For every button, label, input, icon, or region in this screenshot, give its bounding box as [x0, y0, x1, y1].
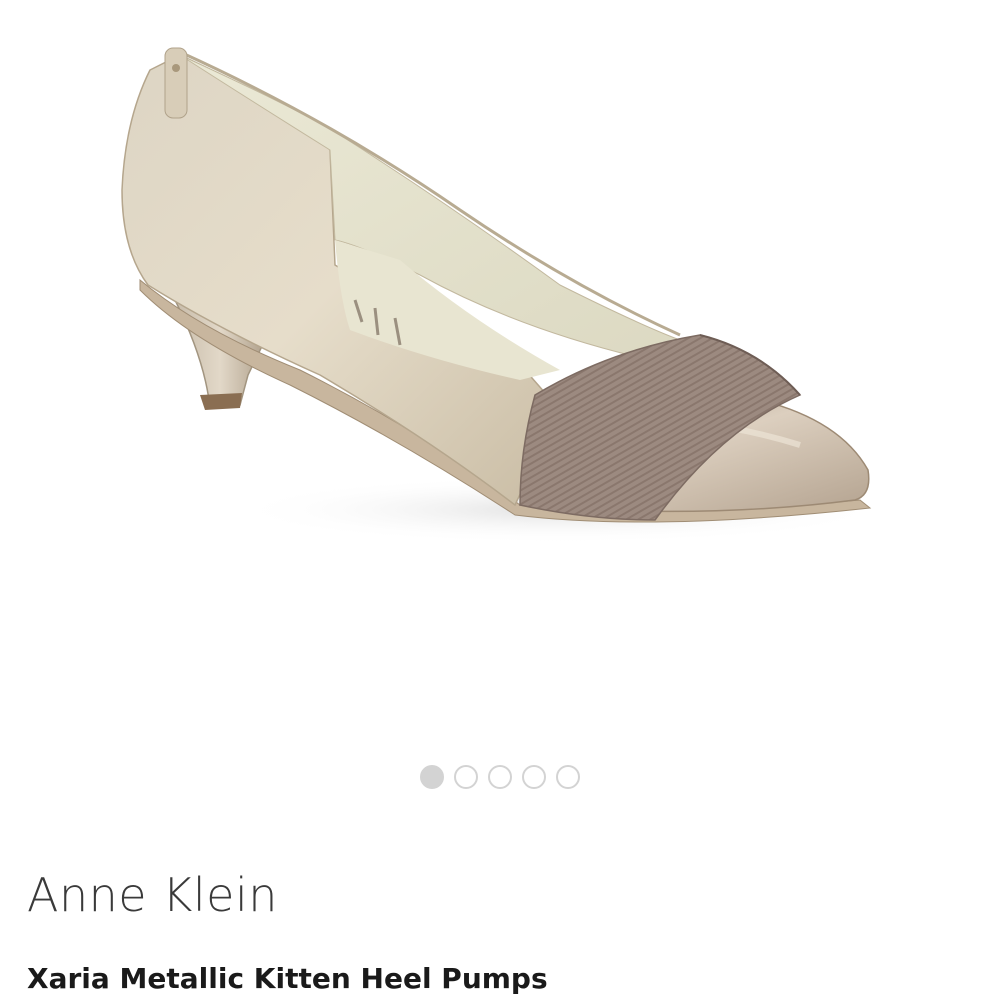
carousel-dot-3[interactable]: [488, 765, 512, 789]
brand-name[interactable]: Anne Klein: [27, 868, 278, 922]
carousel-dot-1[interactable]: [420, 765, 444, 789]
product-title: Xaria Metallic Kitten Heel Pumps: [27, 962, 548, 995]
carousel-dot-4[interactable]: [522, 765, 546, 789]
image-carousel-pager: [0, 762, 1000, 792]
product-image[interactable]: [0, 0, 1000, 740]
carousel-dot-2[interactable]: [454, 765, 478, 789]
carousel-dot-5[interactable]: [556, 765, 580, 789]
shoe-illustration: [121, 47, 890, 544]
